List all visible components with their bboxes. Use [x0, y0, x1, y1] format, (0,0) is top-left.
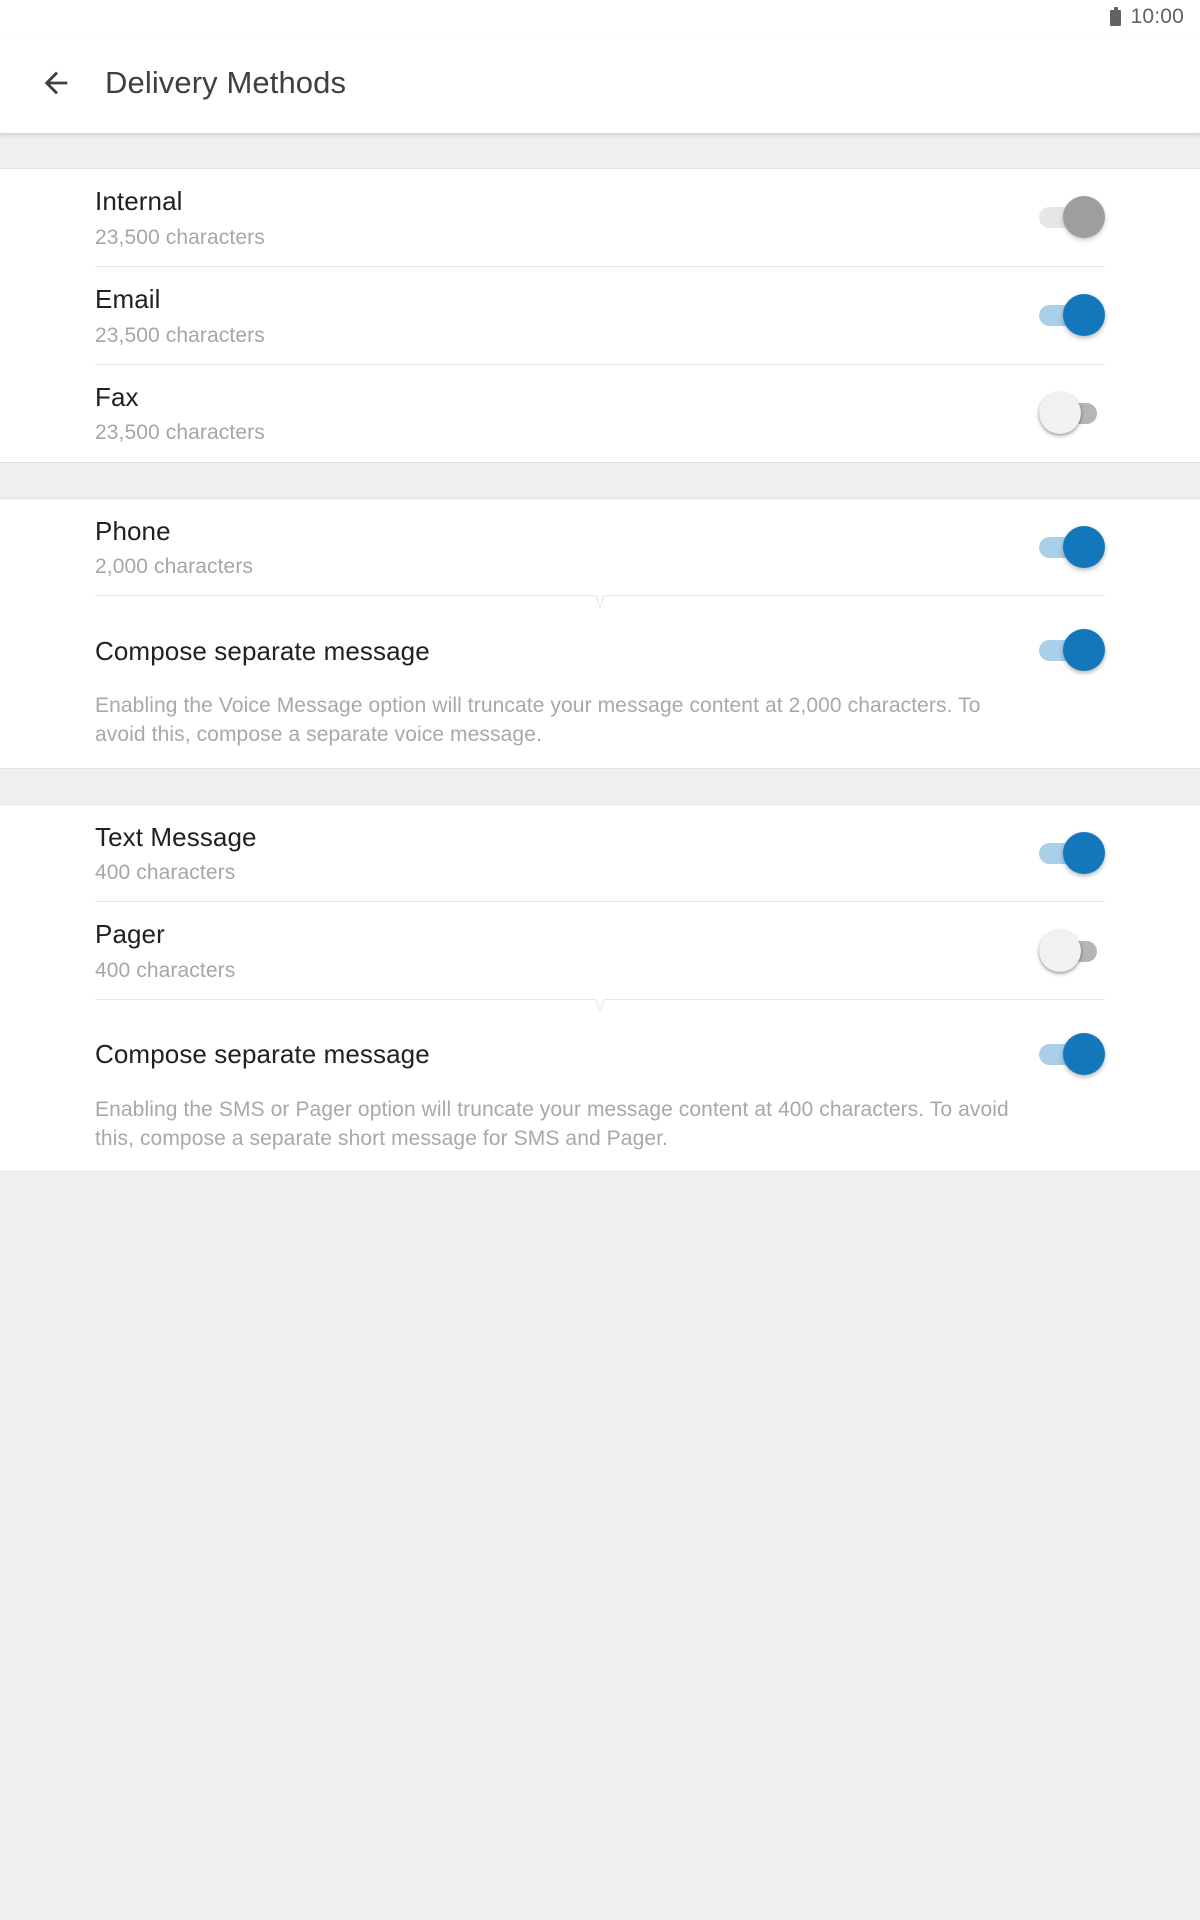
- row-subtitle: 23,500 characters: [95, 323, 265, 347]
- status-bar: 10:00: [0, 0, 1200, 33]
- row-fax[interactable]: Fax 23,500 characters: [0, 365, 1200, 462]
- row-title: Internal: [95, 186, 183, 216]
- row-subtitle: 23,500 characters: [95, 421, 265, 445]
- section-voice: Phone 2,000 characters Compose separate …: [0, 497, 1200, 769]
- section-gap: [0, 462, 1200, 498]
- row-title: Compose separate message: [95, 635, 430, 666]
- row-email[interactable]: Email 23,500 characters: [0, 267, 1200, 364]
- status-bar-right: 10:00: [1110, 6, 1184, 27]
- row-internal-text: Internal 23,500 characters: [95, 169, 1015, 266]
- row-voice-compose-separate-message[interactable]: Compose separate message: [0, 608, 1200, 692]
- chevron-down-notch-icon: [578, 595, 622, 609]
- row-pager[interactable]: Pager 400 characters: [0, 902, 1200, 999]
- row-title: Fax: [95, 381, 139, 412]
- delivery-methods-screen: 10:00 Delivery Methods Internal 23,500 c…: [0, 0, 1200, 1920]
- row-subtitle: 400 characters: [95, 861, 236, 885]
- section-long-form: Internal 23,500 characters Email 23,500 …: [0, 168, 1200, 463]
- chevron-down-notch-icon: [578, 999, 622, 1013]
- row-text-message-text: Text Message 400 characters: [95, 805, 1015, 902]
- row-title: Pager: [95, 919, 165, 950]
- section-gap: [0, 133, 1200, 168]
- row-phone-text: Phone 2,000 characters: [95, 499, 1015, 596]
- divider-with-notch: [95, 999, 1105, 1013]
- row-pager-text: Pager 400 characters: [95, 902, 1015, 999]
- section-short-form: Text Message 400 characters Pager 400 ch…: [0, 803, 1200, 1173]
- row-title: Email: [95, 283, 161, 314]
- section-gap: [0, 768, 1200, 804]
- row-title: Text Message: [95, 821, 257, 852]
- row-email-text: Email 23,500 characters: [95, 267, 1015, 364]
- toggle-pager[interactable]: [1039, 929, 1105, 972]
- row-voice-compose-description: Enabling the Voice Message option will t…: [95, 694, 981, 746]
- toggle-voice-compose-separate-message[interactable]: [1039, 629, 1105, 672]
- page-title: Delivery Methods: [105, 65, 347, 100]
- row-sms-compose-text: Compose separate message: [95, 1022, 1015, 1086]
- row-phone[interactable]: Phone 2,000 characters: [0, 499, 1200, 596]
- divider-with-notch: [95, 595, 1105, 609]
- toggle-email[interactable]: [1039, 294, 1105, 337]
- battery-full-icon: [1110, 7, 1122, 26]
- row-title: Phone: [95, 515, 171, 546]
- status-bar-clock: 10:00: [1130, 5, 1184, 28]
- row-fax-text: Fax 23,500 characters: [95, 365, 1015, 462]
- toggle-internal[interactable]: [1039, 196, 1105, 239]
- row-text-message[interactable]: Text Message 400 characters: [0, 805, 1200, 902]
- row-sms-compose-description: Enabling the SMS or Pager option will tr…: [95, 1098, 1009, 1150]
- row-title: Compose separate message: [95, 1039, 430, 1070]
- row-internal[interactable]: Internal 23,500 characters: [0, 169, 1200, 266]
- back-arrow-icon[interactable]: [28, 55, 84, 111]
- row-voice-compose-text: Compose separate message: [95, 619, 1015, 683]
- toggle-sms-compose-separate-message[interactable]: [1039, 1033, 1105, 1076]
- toggle-phone[interactable]: [1039, 526, 1105, 568]
- row-subtitle: 2,000 characters: [95, 555, 254, 579]
- row-subtitle: 400 characters: [95, 959, 236, 983]
- toggle-fax[interactable]: [1039, 392, 1105, 435]
- app-bar: Delivery Methods: [0, 33, 1200, 133]
- settings-content: Internal 23,500 characters Email 23,500 …: [0, 133, 1200, 1173]
- toggle-text-message[interactable]: [1039, 831, 1105, 874]
- row-subtitle: 23,500 characters: [95, 225, 265, 249]
- row-sms-compose-separate-message[interactable]: Compose separate message: [0, 1012, 1200, 1096]
